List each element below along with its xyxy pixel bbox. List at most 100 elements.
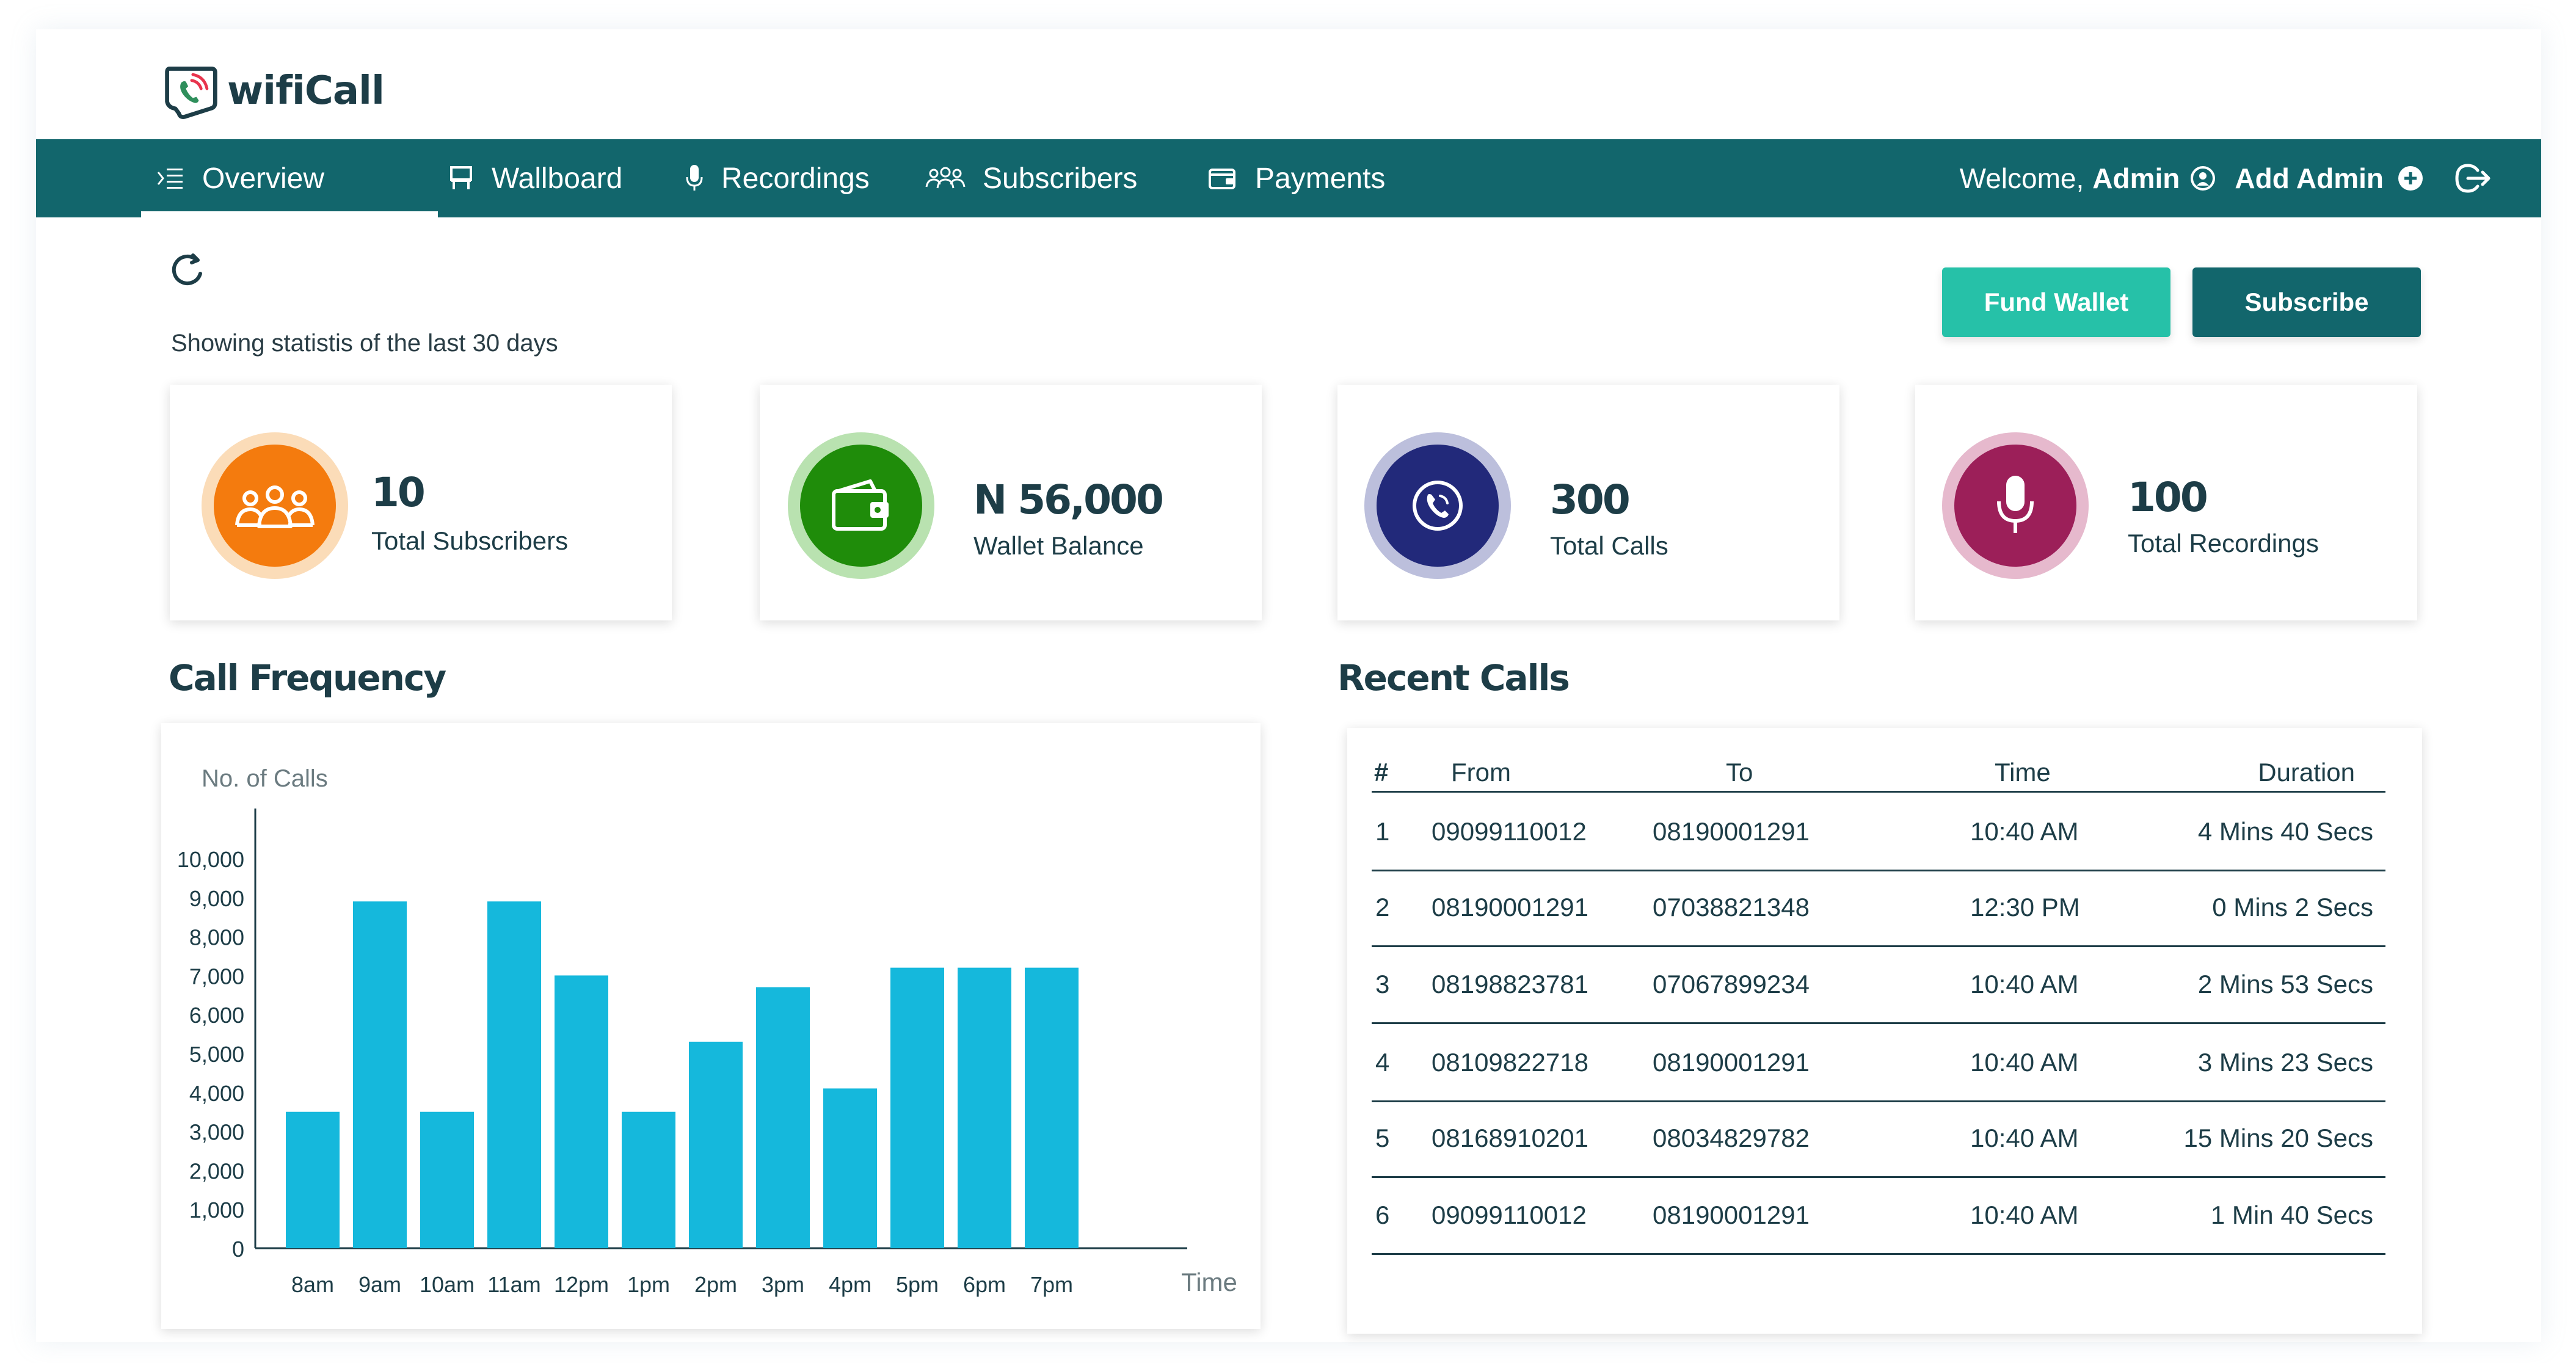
logo-icon: [165, 67, 217, 119]
table-cell: 08168910201: [1432, 1124, 1588, 1152]
y-tick-label: 4,000: [189, 1081, 244, 1106]
wallet-icon: [832, 479, 889, 531]
table-cell: 0 Mins 2 Secs: [2212, 893, 2373, 921]
subscribers-icon: [235, 485, 315, 528]
stat-card-subscribers: 10 Total Subscribers: [170, 385, 672, 620]
refresh-icon[interactable]: [169, 252, 205, 288]
microphone-icon: [1997, 476, 2034, 533]
wallboard-icon: [450, 166, 472, 189]
table-row: 6 09099110012 08190001291 10:40 AM 1 Min 40 …: [1372, 1177, 2385, 1255]
table-cell: 3 Mins 23 Secs: [2197, 1048, 2373, 1077]
y-tick-label: 9,000: [189, 886, 244, 911]
y-tick-label: 8,000: [189, 925, 244, 950]
table-cell: 1: [1375, 817, 1390, 846]
column-header: Duration: [2258, 758, 2355, 787]
bar: [689, 1041, 743, 1248]
column-header: Time: [1995, 758, 2051, 787]
plus-circle-icon[interactable]: [2384, 165, 2426, 192]
subscribe-button[interactable]: Subscribe: [2192, 267, 2421, 337]
nav-item-recordings[interactable]: Recordings: [685, 139, 870, 217]
table-cell: 10:40 AM: [1970, 1048, 2079, 1077]
column-header: To: [1726, 758, 1753, 787]
x-tick-label: 3pm: [762, 1272, 804, 1297]
bar: [890, 967, 944, 1248]
y-tick-label: 10,000: [177, 847, 244, 872]
table-cell: 08034829782: [1653, 1124, 1810, 1152]
bar: [487, 901, 541, 1248]
y-tick-label: 7,000: [189, 964, 244, 989]
x-tick-label: 8am: [291, 1272, 334, 1297]
recent-calls-title: Recent Calls: [1337, 657, 1570, 699]
stat-value: 100: [2128, 474, 2208, 521]
username[interactable]: Admin: [2092, 162, 2180, 195]
call-frequency-title: Call Frequency: [169, 657, 446, 699]
bar-chart: No. of Calls 0 1,000 2,000 3,000 4,000 5,000 6,…: [177, 765, 1237, 1297]
stats-caption: Showing statistis of the last 30 days: [171, 330, 558, 357]
table-cell: 2: [1375, 893, 1390, 921]
y-axis-title: No. of Calls: [202, 765, 328, 792]
table-cell: 08190001291: [1653, 1201, 1810, 1229]
nav-item-subscribers[interactable]: Subscribers: [925, 139, 1137, 217]
table-cell: 12:30 PM: [1970, 893, 2080, 921]
nav-label: Wallboard: [492, 162, 623, 195]
nav-item-payments[interactable]: Payments: [1207, 139, 1385, 217]
y-tick-label: 5,000: [189, 1042, 244, 1067]
wallet-icon: [1209, 169, 1235, 189]
x-tick-label: 7pm: [1030, 1272, 1073, 1297]
microphone-icon: [686, 165, 703, 191]
table-cell: 09099110012: [1432, 817, 1587, 846]
x-tick-label: 2pm: [694, 1272, 737, 1297]
fund-wallet-button[interactable]: Fund Wallet: [1942, 267, 2170, 337]
bar: [756, 987, 810, 1248]
users-icon: [925, 167, 966, 189]
table-cell: 10:40 AM: [1970, 1201, 2079, 1229]
stat-label: Total Recordings: [2128, 529, 2319, 558]
stat-card-calls: 300 Total Calls: [1337, 385, 1839, 620]
stat-value: 10: [371, 469, 426, 516]
table-cell: 6: [1375, 1201, 1390, 1229]
y-tick-label: 0: [232, 1237, 244, 1262]
user-icon[interactable]: [2186, 165, 2220, 192]
table-row: 5 08168910201 08034829782 10:40 AM 15 Mins 2…: [1372, 1100, 2385, 1178]
table-cell: 10:40 AM: [1970, 970, 2079, 998]
x-tick-label: 6pm: [963, 1272, 1006, 1297]
bar: [823, 1088, 877, 1248]
bar: [420, 1111, 474, 1248]
call-frequency-chart: No. of Calls 0 1,000 2,000 3,000 4,000 5,000 6,…: [161, 723, 1261, 1329]
table-row: 2 08190001291 07038821348 12:30 PM 0 Mins 2 …: [1372, 870, 2385, 947]
phone-call-icon: [1413, 481, 1463, 531]
nav-label: Payments: [1255, 162, 1386, 195]
logo-text: wifiCall: [227, 68, 385, 114]
table-header: # From To Time Duration: [1372, 755, 2385, 793]
stat-value: 300: [1550, 476, 1631, 523]
table-row: 4 08109822718 08190001291 10:40 AM 3 Mins 23…: [1372, 1025, 2385, 1102]
logout-icon[interactable]: [2453, 162, 2492, 195]
x-tick-label: 1pm: [627, 1272, 670, 1297]
table-cell: 5: [1375, 1124, 1390, 1152]
table-cell: 4: [1375, 1048, 1390, 1077]
nav-item-overview[interactable]: Overview: [140, 139, 438, 217]
y-tick-label: 2,000: [189, 1158, 244, 1183]
nav-label: Recordings: [721, 162, 870, 195]
bar: [622, 1111, 675, 1248]
bar: [353, 901, 407, 1248]
table-cell: 10:40 AM: [1970, 1124, 2079, 1152]
recent-calls-table: # From To Time Duration 1 09099110012 0819…: [1347, 728, 2422, 1334]
x-tick-label: 12pm: [554, 1272, 609, 1297]
table-row: 1 09099110012 08190001291 10:40 AM 4 Mins 40…: [1372, 794, 2385, 871]
x-tick-label: 4pm: [829, 1272, 871, 1297]
table-cell: 15 Mins 20 Secs: [2183, 1124, 2374, 1152]
table-cell: 1 Min 40 Secs: [2210, 1201, 2373, 1229]
add-admin-link[interactable]: Add Admin: [2235, 162, 2384, 195]
nav-item-wallboard[interactable]: Wallboard: [448, 139, 622, 217]
column-header: From: [1451, 758, 1511, 787]
stat-card-wallet: N 56,000 Wallet Balance: [760, 385, 1262, 620]
x-tick-label: 5pm: [896, 1272, 939, 1297]
table-cell: 09099110012: [1432, 1201, 1587, 1229]
nav-label: Overview: [202, 162, 325, 195]
stat-value: N 56,000: [973, 476, 1164, 523]
app-logo[interactable]: wifiCall: [161, 57, 385, 125]
table-cell: 10:40 AM: [1970, 817, 2079, 846]
table-cell: 07067899234: [1653, 970, 1810, 998]
table-cell: 07038821348: [1653, 893, 1810, 921]
